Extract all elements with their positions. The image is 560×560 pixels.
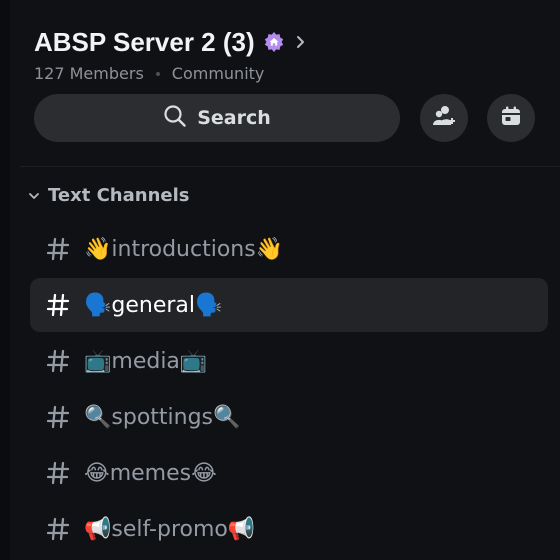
search-icon — [163, 104, 187, 132]
channel-sidebar: ABSP Server 2 (3) 127 Members Community — [10, 0, 560, 560]
channel-item-4[interactable]: 😂memes😂 — [30, 446, 548, 500]
channel-name: 📢self-promo📢 — [84, 516, 256, 542]
separator-dot — [155, 71, 160, 76]
channel-list: 👋introductions👋 🗣️general🗣️ 📺media📺 🔍spo… — [30, 222, 548, 558]
chevron-down-icon — [28, 185, 40, 206]
header-actions: Search — [34, 94, 560, 142]
community-home-badge-icon — [263, 31, 285, 53]
text-channel-hash-icon — [44, 291, 72, 319]
channel-name: 📺media📺 — [84, 348, 208, 374]
channel-item-5[interactable]: 📢self-promo📢 — [30, 502, 548, 556]
text-channel-hash-icon — [44, 515, 72, 543]
search-button[interactable]: Search — [34, 94, 400, 142]
category-label: Text Channels — [48, 184, 190, 206]
channel-name: 👋introductions👋 — [84, 236, 284, 262]
search-label: Search — [197, 107, 271, 129]
text-channel-hash-icon — [44, 403, 72, 431]
add-member-icon — [431, 103, 457, 133]
chevron-right-icon[interactable] — [295, 35, 307, 49]
server-type-label: Community — [171, 64, 265, 83]
channel-name: 😂memes😂 — [84, 460, 217, 486]
server-header: ABSP Server 2 (3) 127 Members Community — [34, 22, 560, 162]
invite-members-button[interactable] — [420, 94, 468, 142]
sidebar-edge — [0, 0, 10, 560]
channel-item-2[interactable]: 📺media📺 — [30, 334, 548, 388]
calendar-icon — [499, 104, 523, 132]
member-count: 127 Members — [34, 64, 144, 83]
text-channel-hash-icon — [44, 347, 72, 375]
channel-item-0[interactable]: 👋introductions👋 — [30, 222, 548, 276]
channel-name: 🗣️general🗣️ — [84, 292, 223, 318]
header-divider — [20, 166, 560, 167]
channel-name: 🔍spottings🔍 — [84, 404, 241, 430]
server-name: ABSP Server 2 (3) — [34, 26, 255, 57]
channel-item-1[interactable]: 🗣️general🗣️ — [30, 278, 548, 332]
server-title-row[interactable]: ABSP Server 2 (3) — [34, 22, 560, 62]
events-button[interactable] — [487, 94, 535, 142]
text-channel-hash-icon — [44, 459, 72, 487]
channel-item-3[interactable]: 🔍spottings🔍 — [30, 390, 548, 444]
text-channel-hash-icon — [44, 235, 72, 263]
server-meta: 127 Members Community — [34, 64, 560, 83]
category-text-channels[interactable]: Text Channels — [28, 180, 189, 210]
